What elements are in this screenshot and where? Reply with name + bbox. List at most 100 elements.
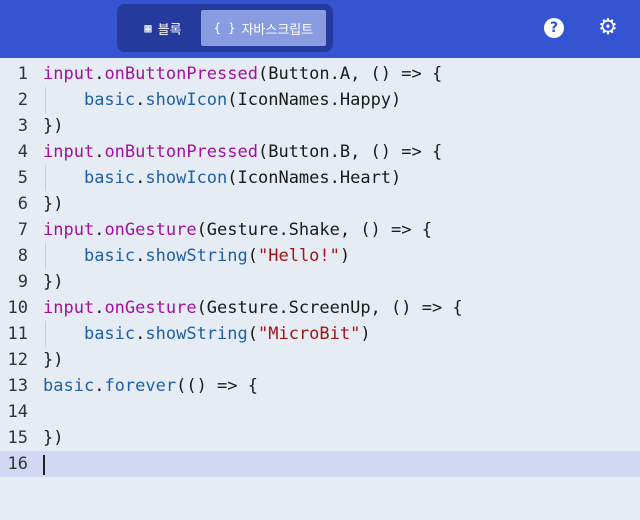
code-token: (IconNames.Heart) (227, 168, 402, 188)
top-toolbar: ▦ 블록 { } 자바스크립트 ? ⚙ (0, 0, 640, 58)
indent-guide (45, 321, 46, 347)
code-token: onGesture (104, 298, 197, 318)
code-token: (Gesture.Shake, () => { (196, 220, 432, 240)
code-text: input.onGesture(Gesture.Shake, () => { (43, 217, 432, 243)
blocks-tab-label: 블록 (157, 22, 182, 38)
code-token: showString (145, 246, 248, 266)
code-token: . (135, 246, 146, 266)
code-text: }) (43, 425, 63, 451)
code-token: (() => { (176, 376, 258, 396)
line-number: 4 (17, 142, 28, 162)
code-token: showIcon (145, 90, 228, 110)
code-token: forever (104, 376, 177, 396)
line-number: 16 (7, 454, 28, 474)
code-token: basic (83, 324, 136, 344)
code-line[interactable]: 15}) (0, 425, 640, 451)
code-editor[interactable]: 1 input.onButtonPressed(Button.A, () => {… (0, 58, 640, 520)
code-text: }) (43, 113, 63, 139)
code-token: "Hello!" (258, 246, 340, 266)
code-token: . (94, 64, 105, 84)
code-line[interactable]: 8 basic.showString("Hello!") (0, 243, 640, 269)
code-token: input (43, 298, 95, 318)
indent-guide (45, 87, 46, 113)
code-token: (IconNames.Happy) (227, 90, 402, 110)
line-number: 8 (17, 246, 28, 266)
code-token: input (43, 64, 95, 84)
code-token: ) (339, 246, 351, 266)
javascript-tab[interactable]: { } 자바스크립트 (201, 10, 326, 46)
help-icon[interactable]: ? (544, 18, 564, 38)
code-token: onButtonPressed (104, 142, 258, 162)
code-text: input.onButtonPressed(Button.B, () => { (43, 139, 442, 165)
line-number: 9 (17, 272, 28, 292)
code-token: (Gesture.ScreenUp, () => { (196, 298, 463, 318)
code-text: basic.showString("Hello!") (43, 243, 350, 269)
line-number: 3 (17, 116, 28, 136)
code-token: }) (43, 272, 64, 292)
code-token: . (94, 298, 105, 318)
code-token: basic (83, 90, 136, 110)
line-number: 12 (7, 350, 28, 370)
line-number: 5 (17, 168, 28, 188)
code-token: (Button.A, () => { (257, 64, 443, 84)
code-token: ) (360, 324, 371, 344)
code-token: "MicroBit" (258, 324, 361, 344)
code-token: basic (43, 376, 95, 396)
code-token: . (135, 324, 146, 344)
code-line[interactable]: 4 input.onButtonPressed(Button.B, () => { (0, 139, 640, 165)
javascript-tab-label: 자바스크립트 (241, 22, 314, 38)
text-cursor (43, 455, 45, 475)
code-text: basic.showIcon(IconNames.Heart) (43, 165, 401, 191)
line-number: 14 (7, 402, 28, 422)
code-line[interactable]: 10 input.onGesture(Gesture.ScreenUp, () =… (0, 295, 640, 321)
line-number: 15 (7, 428, 28, 448)
code-line[interactable]: 11 basic.showString("MicroBit") (0, 321, 640, 347)
code-token: }) (43, 116, 64, 136)
code-token: input (43, 142, 95, 162)
code-line[interactable]: 16 (0, 451, 640, 477)
code-token: ( (247, 324, 258, 344)
indent-guide (45, 165, 46, 191)
gear-icon[interactable]: ⚙ (596, 16, 620, 40)
braces-icon: { } (213, 21, 236, 35)
code-token: onButtonPressed (104, 64, 258, 84)
code-token: ( (247, 246, 258, 266)
blocks-tab[interactable]: ▦ 블록 (125, 10, 201, 46)
code-token: showString (145, 324, 248, 344)
code-text: basic.showString("MicroBit") (43, 321, 371, 347)
code-token: }) (43, 428, 64, 448)
code-token: . (94, 142, 105, 162)
code-token: onGesture (104, 220, 197, 240)
code-line[interactable]: 6}) (0, 191, 640, 217)
code-text: input.onGesture(Gesture.ScreenUp, () => … (43, 295, 463, 321)
code-token: . (135, 168, 146, 188)
code-line[interactable]: 5 basic.showIcon(IconNames.Heart) (0, 165, 640, 191)
code-line[interactable]: 14 (0, 399, 640, 425)
code-text: }) (43, 269, 63, 295)
line-number: 10 (7, 298, 28, 318)
code-line[interactable]: 12}) (0, 347, 640, 373)
code-token: }) (43, 350, 64, 370)
code-token: basic (83, 168, 136, 188)
editor-mode-toggle: ▦ 블록 { } 자바스크립트 (117, 4, 333, 52)
line-number: 7 (17, 220, 28, 240)
code-token: showIcon (145, 168, 228, 188)
code-text: basic.forever(() => { (43, 373, 258, 399)
code-line[interactable]: 13 basic.forever(() => { (0, 373, 640, 399)
code-token: input (43, 220, 95, 240)
line-number: 11 (7, 324, 28, 344)
code-line[interactable]: 1 input.onButtonPressed(Button.A, () => { (0, 61, 640, 87)
indent-guide (45, 243, 46, 269)
code-line[interactable]: 3}) (0, 113, 640, 139)
puzzle-icon: ▦ (144, 21, 152, 35)
code-line[interactable]: 2 basic.showIcon(IconNames.Happy) (0, 87, 640, 113)
code-line[interactable]: 9}) (0, 269, 640, 295)
code-line[interactable]: 7 input.onGesture(Gesture.Shake, () => { (0, 217, 640, 243)
code-token: basic (83, 246, 136, 266)
code-text: basic.showIcon(IconNames.Happy) (43, 87, 401, 113)
code-token: }) (43, 194, 64, 214)
